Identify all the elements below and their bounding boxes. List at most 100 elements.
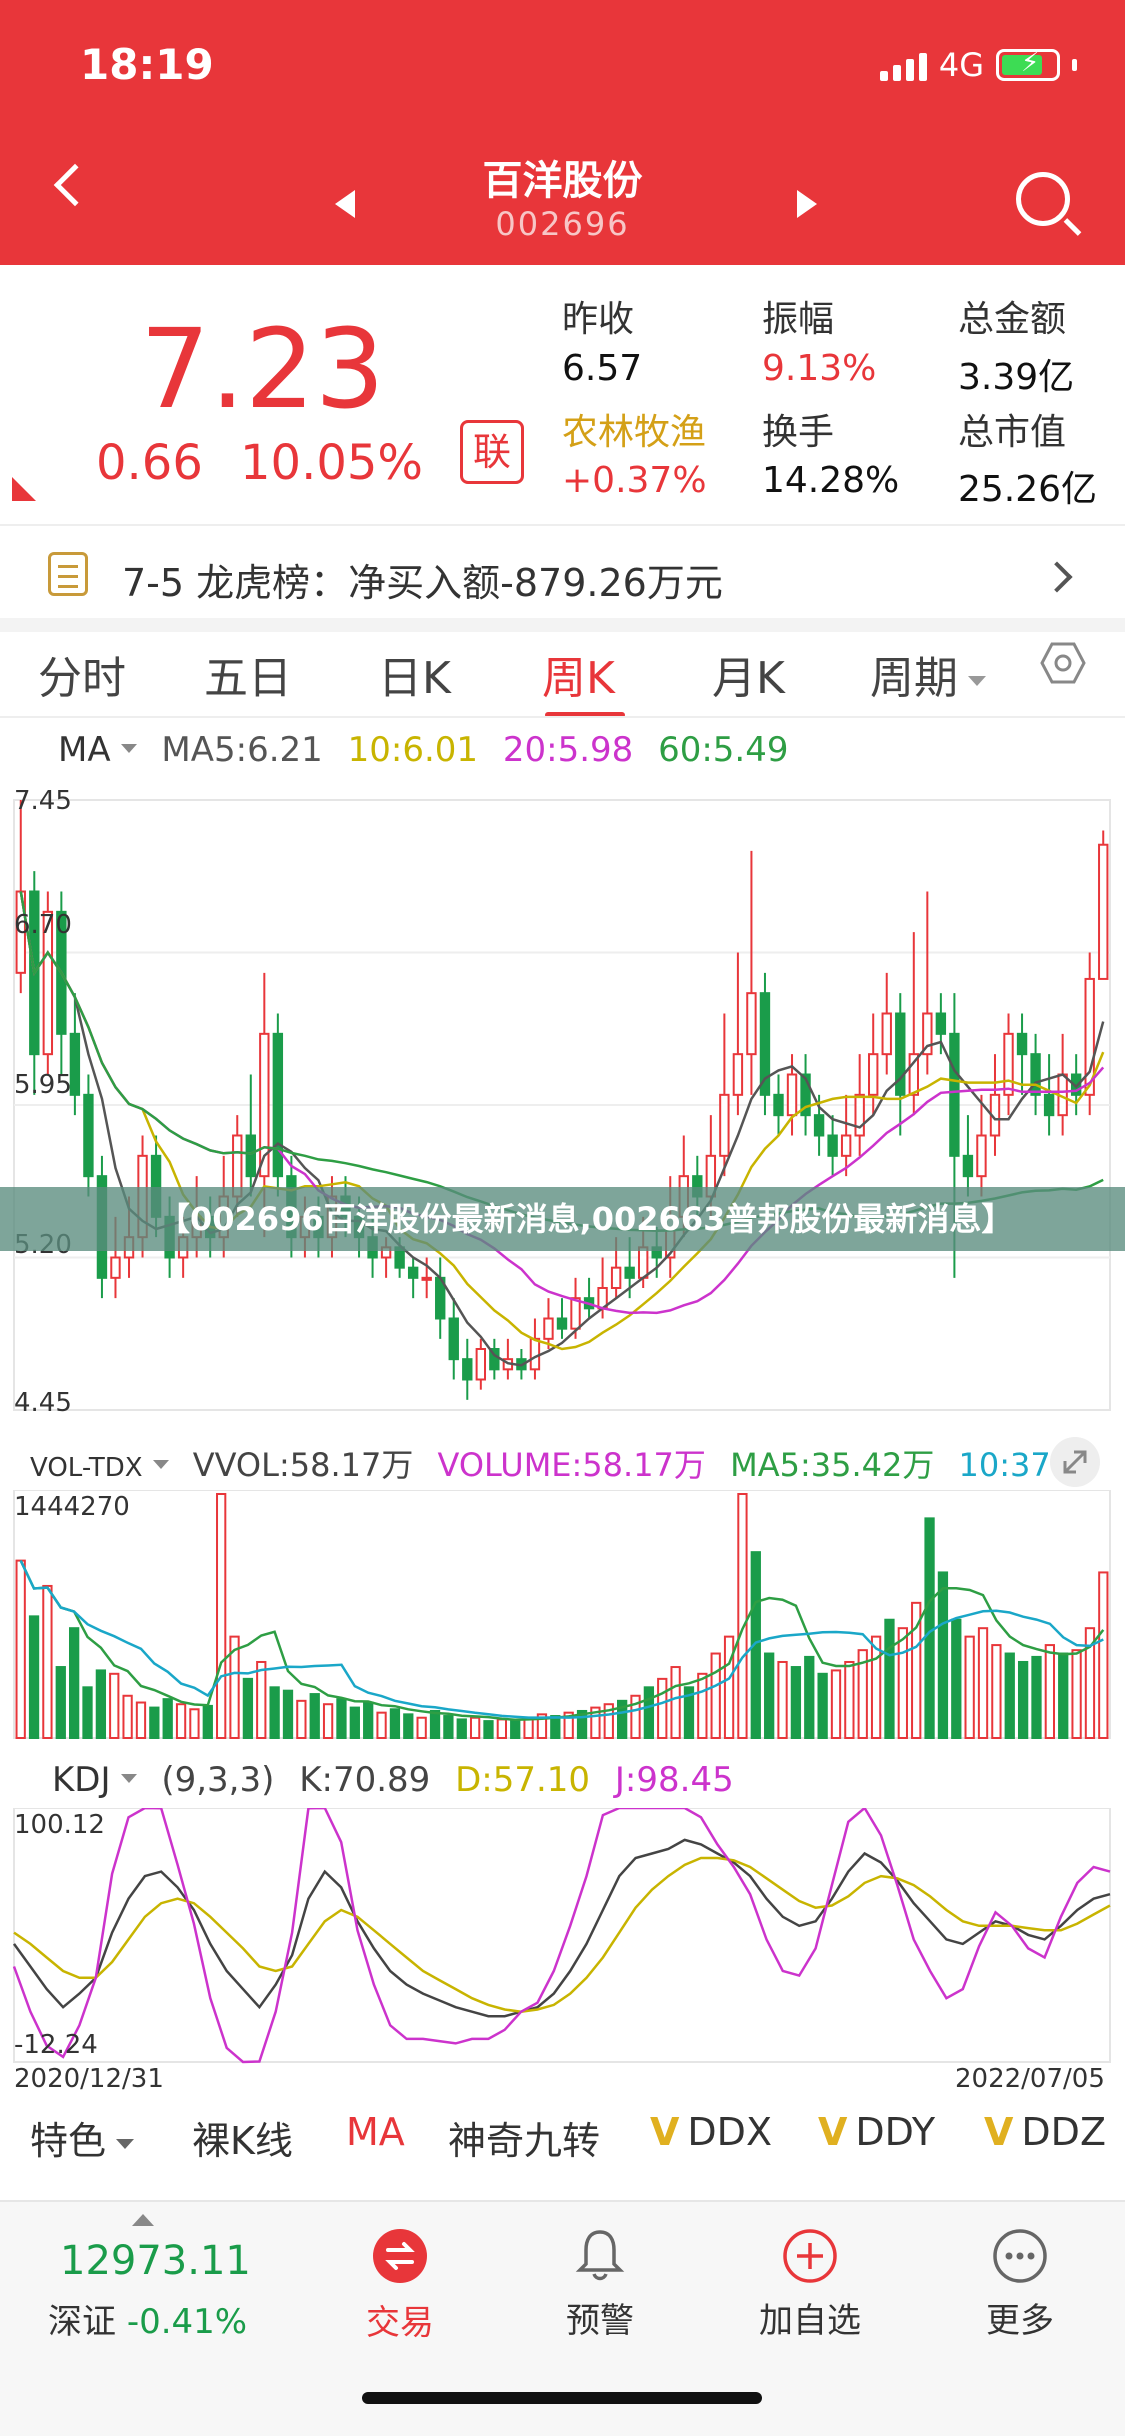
volume-bar [456, 1718, 467, 1739]
tab-monthly-k[interactable]: 月K [712, 642, 785, 706]
settings-hex-icon[interactable] [1040, 640, 1086, 686]
vol-selector[interactable]: VOL-TDX [30, 1453, 143, 1483]
tab-weekly-k[interactable]: 周K [542, 642, 615, 706]
caret-up-icon[interactable] [132, 2214, 154, 2226]
volume-bar [469, 1716, 481, 1739]
candle-down [773, 1093, 784, 1117]
news-watermark-banner: 【002696百洋股份最新消息,002663普邦股份最新消息】 [0, 1187, 1125, 1251]
trade-icon [373, 2229, 427, 2283]
tool-ddz[interactable]: V DDZ [984, 2110, 1106, 2154]
ma60-line [19, 891, 1104, 1233]
dragon-tiger-bar[interactable]: 7-5 龙虎榜：净买入额-879.26万元 [0, 530, 1125, 620]
caret-down-icon[interactable] [152, 1459, 169, 1469]
volume-chart[interactable] [0, 1490, 1125, 1740]
price-axis-label: 6.70 [14, 910, 72, 940]
turnover-amount-value: 3.39亿 [958, 357, 1075, 398]
kdj-params: (9,3,3) [161, 1760, 275, 1800]
candle-down [1043, 1093, 1055, 1117]
tool-ddx[interactable]: V DDX [650, 2110, 772, 2154]
tab-add-watchlist[interactable]: 加自选 [750, 2202, 870, 2342]
vol-ma5-value: MA5:35.42万 [730, 1446, 935, 1484]
tab-period[interactable]: 周期 [870, 642, 986, 706]
volume-bar [951, 1618, 962, 1739]
candlestick-chart[interactable] [0, 790, 1125, 1420]
status-icons: 4G ⚡ [879, 46, 1077, 84]
caret-down-icon [968, 676, 986, 686]
chevron-right-icon[interactable] [1041, 561, 1073, 593]
tab-more[interactable]: 更多 [970, 2202, 1070, 2342]
volume-bar [429, 1709, 441, 1739]
ma5-value: MA5:6.21 [161, 730, 323, 770]
volume-bar [991, 1644, 1002, 1739]
volume-bar [309, 1693, 320, 1739]
expand-icon[interactable] [1050, 1437, 1100, 1487]
volume-bar [69, 1627, 80, 1739]
tab-intraday[interactable]: 分时 [38, 642, 126, 706]
tab-add-watchlist-label: 加自选 [759, 2301, 861, 2341]
tab-five-day[interactable]: 五日 [204, 642, 292, 706]
caret-down-icon[interactable] [120, 744, 137, 753]
volume-bar [363, 1701, 374, 1739]
search-icon[interactable] [1016, 172, 1070, 226]
volume-bar [322, 1703, 334, 1739]
candle-up [570, 1297, 581, 1330]
volume-bar [697, 1672, 708, 1740]
volume-bar [737, 1493, 748, 1739]
tab-trade[interactable]: 交易 [350, 2202, 450, 2344]
kdj-selector[interactable]: KDJ [52, 1760, 111, 1800]
ma5-line [19, 891, 1105, 1367]
tab-alert[interactable]: 预警 [550, 2202, 650, 2342]
linkage-badge[interactable]: 联 [460, 420, 524, 484]
tab-daily-k[interactable]: 日K [378, 642, 451, 706]
volume-bar [937, 1571, 949, 1739]
tool-special-label: 特色 [30, 2119, 107, 2163]
ma-selector[interactable]: MA [58, 730, 111, 770]
tool-ddy[interactable]: V DDY [818, 2110, 935, 2154]
index-change: -0.41% [126, 2302, 248, 2342]
tool-special[interactable]: 特色 [30, 2110, 135, 2165]
last-price: 7.23 [140, 305, 385, 433]
volume-bar [216, 1493, 227, 1739]
quote-panel: 7.23 0.66 10.05% 联 昨收 6.57 振幅 9.13% 总金额 … [0, 265, 1125, 525]
candle-up [421, 1276, 432, 1281]
amplitude-value: 9.13% [762, 348, 877, 389]
volume-bar [122, 1694, 133, 1739]
stock-name: 百洋股份 [482, 158, 643, 204]
volume-bar [15, 1559, 26, 1739]
volume-bar [764, 1652, 775, 1739]
candle-up [637, 1246, 649, 1279]
price-change-pct: 10.05% [240, 435, 424, 491]
tool-naked-k[interactable]: 裸K线 [192, 2110, 293, 2165]
volume-value: VOLUME:58.17万 [437, 1446, 706, 1484]
volume-bar [977, 1627, 989, 1739]
candle-down [245, 1134, 256, 1178]
vol-axis-top: 1444270 [14, 1492, 130, 1522]
caret-down-icon[interactable] [120, 1774, 137, 1783]
volume-bar [256, 1660, 267, 1739]
period-tabs: 分时 五日 日K 周K 月K 周期 [0, 620, 1125, 720]
price-axis-top: 7.45 [14, 786, 72, 816]
volume-bar [1031, 1655, 1042, 1740]
candle-up [719, 1093, 730, 1157]
volume-bar [830, 1669, 842, 1739]
volume-bar [710, 1652, 721, 1739]
tool-ma[interactable]: MA [346, 2110, 405, 2154]
index-value[interactable]: 12973.11 [60, 2238, 251, 2284]
next-stock-icon[interactable] [797, 190, 817, 218]
prev-close-label: 昨收 [562, 299, 635, 340]
candle-down [556, 1317, 568, 1330]
kdj-indicator-row: KDJ (9,3,3) K:70.89 D:57.10 J:98.45 [0, 1760, 1125, 1800]
bell-icon [575, 2230, 625, 2281]
volume-bar [483, 1720, 494, 1739]
candle-down [935, 1012, 947, 1035]
candle-up [529, 1337, 541, 1371]
kdj-chart[interactable] [0, 1808, 1125, 2064]
index-name[interactable]: 深证 -0.41% [48, 2294, 247, 2343]
indicator-tools: 特色 裸K线 MA 神奇九转 V DDX V DDY V DDZ [0, 2110, 1125, 2176]
sector-label[interactable]: 农林牧渔 [562, 403, 706, 455]
tool-magic-nine[interactable]: 神奇九转 [448, 2110, 600, 2165]
candle-up [868, 1053, 879, 1096]
volume-bar [389, 1708, 401, 1739]
kdj-d-value: D:57.10 [455, 1760, 591, 1800]
volume-bar [403, 1713, 414, 1740]
